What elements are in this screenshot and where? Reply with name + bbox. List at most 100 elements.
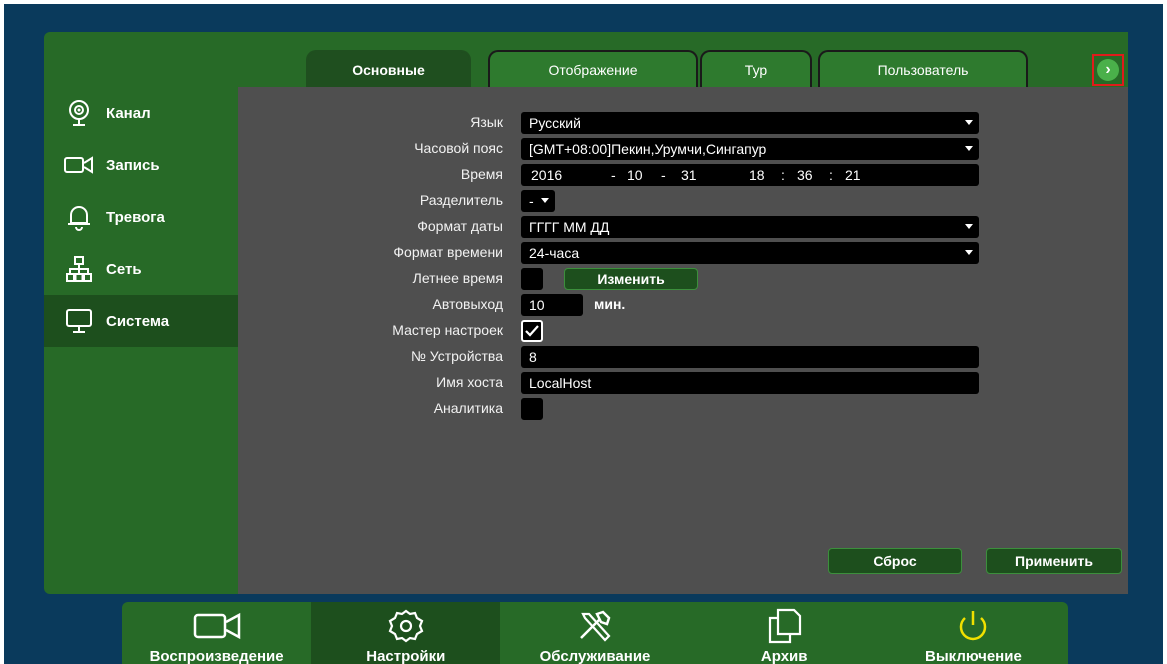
hostname-input[interactable]: LocalHost (521, 372, 979, 394)
language-select[interactable]: Русский (521, 112, 979, 134)
row-wizard: Мастер настроек (238, 320, 1128, 342)
sidebar-item-label: Сеть (106, 260, 142, 278)
nav-label: Настройки (366, 648, 446, 664)
time-format-label: Формат времени (393, 244, 503, 260)
timezone-value: [GMT+08:00]Пекин,Урумчи,Сингапур (529, 141, 767, 157)
time-month[interactable]: 10 (627, 167, 643, 183)
row-analytics: Аналитика (238, 398, 1128, 420)
time-label: Время (460, 166, 503, 182)
nav-settings[interactable]: Настройки (311, 602, 501, 664)
chevron-down-icon (965, 146, 973, 151)
reset-label: Сброс (873, 553, 917, 569)
time-sep: : (781, 167, 785, 183)
camera-icon (64, 98, 94, 128)
language-label: Язык (470, 114, 503, 130)
separator-value: - (529, 193, 534, 209)
bottom-nav: Воспроизведение Настройки Обслуживание А… (122, 602, 1068, 664)
nav-archive[interactable]: Архив (690, 602, 879, 664)
row-date-format: Формат даты ГГГГ ММ ДД (238, 216, 1128, 238)
app-frame: Канал Запись Тревога Сеть Система Основн… (4, 4, 1163, 664)
sidebar-item-label: Запись (106, 156, 160, 174)
nav-label: Архив (760, 648, 808, 664)
apply-label: Применить (1015, 553, 1093, 569)
device-no-input[interactable]: 8 (521, 346, 979, 368)
nav-shutdown[interactable]: Выключение (879, 602, 1068, 664)
tab-label: Отображение (548, 61, 638, 78)
row-time-format: Формат времени 24-часа (238, 242, 1128, 264)
dst-checkbox[interactable] (521, 268, 543, 290)
time-sep: - (661, 167, 666, 183)
dst-edit-button[interactable]: Изменить (564, 268, 698, 290)
monitor-icon (64, 306, 94, 336)
device-no-label: № Устройства (410, 348, 503, 364)
device-no-value: 8 (529, 349, 537, 365)
tab-label: Пользователь (877, 61, 969, 78)
tab-bar: Основные Отображение Тур Пользователь › (238, 32, 1128, 87)
row-language: Язык Русский (238, 112, 1128, 134)
analytics-checkbox[interactable] (521, 398, 543, 420)
analytics-label: Аналитика (433, 400, 503, 416)
chevron-down-icon (541, 198, 549, 203)
hostname-value: LocalHost (529, 375, 592, 391)
chevron-down-icon (965, 250, 973, 255)
tab-user[interactable]: Пользователь (818, 50, 1028, 87)
row-timezone: Часовой пояс [GMT+08:00]Пекин,Урумчи,Син… (238, 138, 1128, 160)
language-value: Русский (529, 115, 581, 131)
time-minute[interactable]: 36 (797, 167, 813, 183)
date-format-select[interactable]: ГГГГ ММ ДД (521, 216, 979, 238)
time-day[interactable]: 31 (681, 167, 697, 183)
checkmark-icon (525, 325, 539, 337)
row-device-no: № Устройства 8 (238, 346, 1128, 368)
record-icon (64, 150, 94, 180)
files-icon (754, 608, 814, 644)
reset-button[interactable]: Сброс (828, 548, 962, 574)
tab-tour[interactable]: Тур (700, 50, 812, 87)
row-dst: Летнее время Изменить (238, 268, 1128, 290)
sidebar-item-label: Канал (106, 104, 151, 122)
time-second[interactable]: 21 (845, 167, 861, 183)
time-input[interactable]: 2016 - 10 - 31 18 : 36 : 21 (521, 164, 979, 186)
tools-icon (565, 608, 625, 644)
dst-edit-label: Изменить (597, 271, 665, 287)
sidebar-item-channel[interactable]: Канал (44, 87, 238, 139)
timezone-select[interactable]: [GMT+08:00]Пекин,Урумчи,Сингапур (521, 138, 979, 160)
gear-icon (376, 608, 436, 644)
sidebar-item-record[interactable]: Запись (44, 139, 238, 191)
row-time: Время 2016 - 10 - 31 18 : 36 : 21 (238, 164, 1128, 186)
next-tab-button[interactable]: › (1092, 54, 1124, 86)
row-autologout: Автовыход 10 мин. (238, 294, 1128, 316)
tab-label: Основные (352, 61, 425, 78)
time-year[interactable]: 2016 (531, 167, 562, 183)
sidebar-item-system[interactable]: Система (44, 295, 238, 347)
chevron-down-icon (965, 120, 973, 125)
sidebar-item-label: Тревога (106, 208, 165, 226)
wizard-checkbox[interactable] (521, 320, 543, 342)
network-icon (64, 254, 94, 284)
nav-playback[interactable]: Воспроизведение (122, 602, 311, 664)
video-camera-icon (187, 608, 247, 644)
time-sep: - (611, 167, 616, 183)
date-format-label: Формат даты (417, 218, 503, 234)
apply-button[interactable]: Применить (986, 548, 1122, 574)
wizard-label: Мастер настроек (392, 322, 503, 338)
settings-panel: Основные Отображение Тур Пользователь › … (238, 32, 1128, 594)
sidebar: Канал Запись Тревога Сеть Система (44, 32, 238, 594)
separator-select[interactable]: - (521, 190, 555, 212)
tab-display[interactable]: Отображение (488, 50, 698, 87)
time-hour[interactable]: 18 (749, 167, 765, 183)
autologout-input[interactable]: 10 (521, 294, 583, 316)
time-sep: : (829, 167, 833, 183)
sidebar-item-network[interactable]: Сеть (44, 243, 238, 295)
sidebar-item-alarm[interactable]: Тревога (44, 191, 238, 243)
nav-label: Обслуживание (539, 648, 651, 664)
timezone-label: Часовой пояс (414, 140, 503, 156)
time-format-select[interactable]: 24-часа (521, 242, 979, 264)
sidebar-header (44, 32, 238, 87)
tab-general[interactable]: Основные (306, 50, 471, 87)
sidebar-item-label: Система (106, 312, 170, 330)
date-format-value: ГГГГ ММ ДД (529, 219, 610, 235)
nav-maintenance[interactable]: Обслуживание (500, 602, 689, 664)
autologout-label: Автовыход (432, 296, 504, 312)
chevron-right-icon: › (1097, 59, 1119, 81)
tab-label: Тур (744, 61, 768, 78)
